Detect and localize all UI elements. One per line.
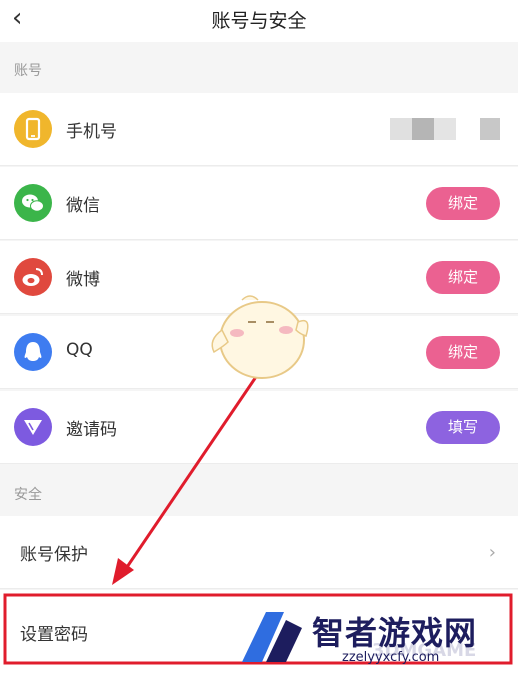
row-label: 微信 xyxy=(66,196,100,216)
list-item-qq[interactable]: QQ 绑定 xyxy=(0,316,518,389)
list-item-wechat[interactable]: 微信 绑定 xyxy=(0,167,518,240)
header-bar: ‹ 账号与安全 xyxy=(0,0,518,42)
phone-icon xyxy=(14,110,52,148)
section-label-security: 安全 xyxy=(14,487,42,503)
row-label: 设置密码 xyxy=(20,625,88,645)
watermark-url: zzelyyxcfy.com xyxy=(342,650,440,665)
fill-invite-code-button[interactable]: 填写 xyxy=(426,411,500,444)
list-item-weibo[interactable]: 微博 绑定 xyxy=(0,241,518,314)
invite-code-icon xyxy=(14,408,52,446)
list-item-account-protection[interactable]: 账号保护 › xyxy=(0,516,518,589)
qq-icon xyxy=(14,333,52,371)
bind-weibo-button[interactable]: 绑定 xyxy=(426,261,500,294)
section-label-account: 账号 xyxy=(14,63,42,79)
masked-value-segment xyxy=(434,118,456,140)
watermark-brand: 智者游戏网 xyxy=(312,614,478,652)
bind-wechat-button[interactable]: 绑定 xyxy=(426,187,500,220)
masked-value-segment xyxy=(412,118,434,140)
wechat-icon xyxy=(14,184,52,222)
page-title: 账号与安全 xyxy=(211,10,307,32)
row-label: 手机号 xyxy=(66,122,117,142)
row-label: QQ xyxy=(66,340,93,360)
masked-value-segment xyxy=(390,118,412,140)
bind-qq-button[interactable]: 绑定 xyxy=(426,336,500,369)
weibo-icon xyxy=(14,258,52,296)
row-label: 邀请码 xyxy=(66,420,117,440)
list-item-invite-code[interactable]: 邀请码 填写 xyxy=(0,391,518,464)
row-label: 微博 xyxy=(66,270,100,290)
chevron-right-icon: › xyxy=(488,542,496,563)
row-label: 账号保护 xyxy=(20,545,88,565)
masked-value-segment xyxy=(480,118,500,140)
list-item-phone[interactable]: 手机号 xyxy=(0,93,518,166)
